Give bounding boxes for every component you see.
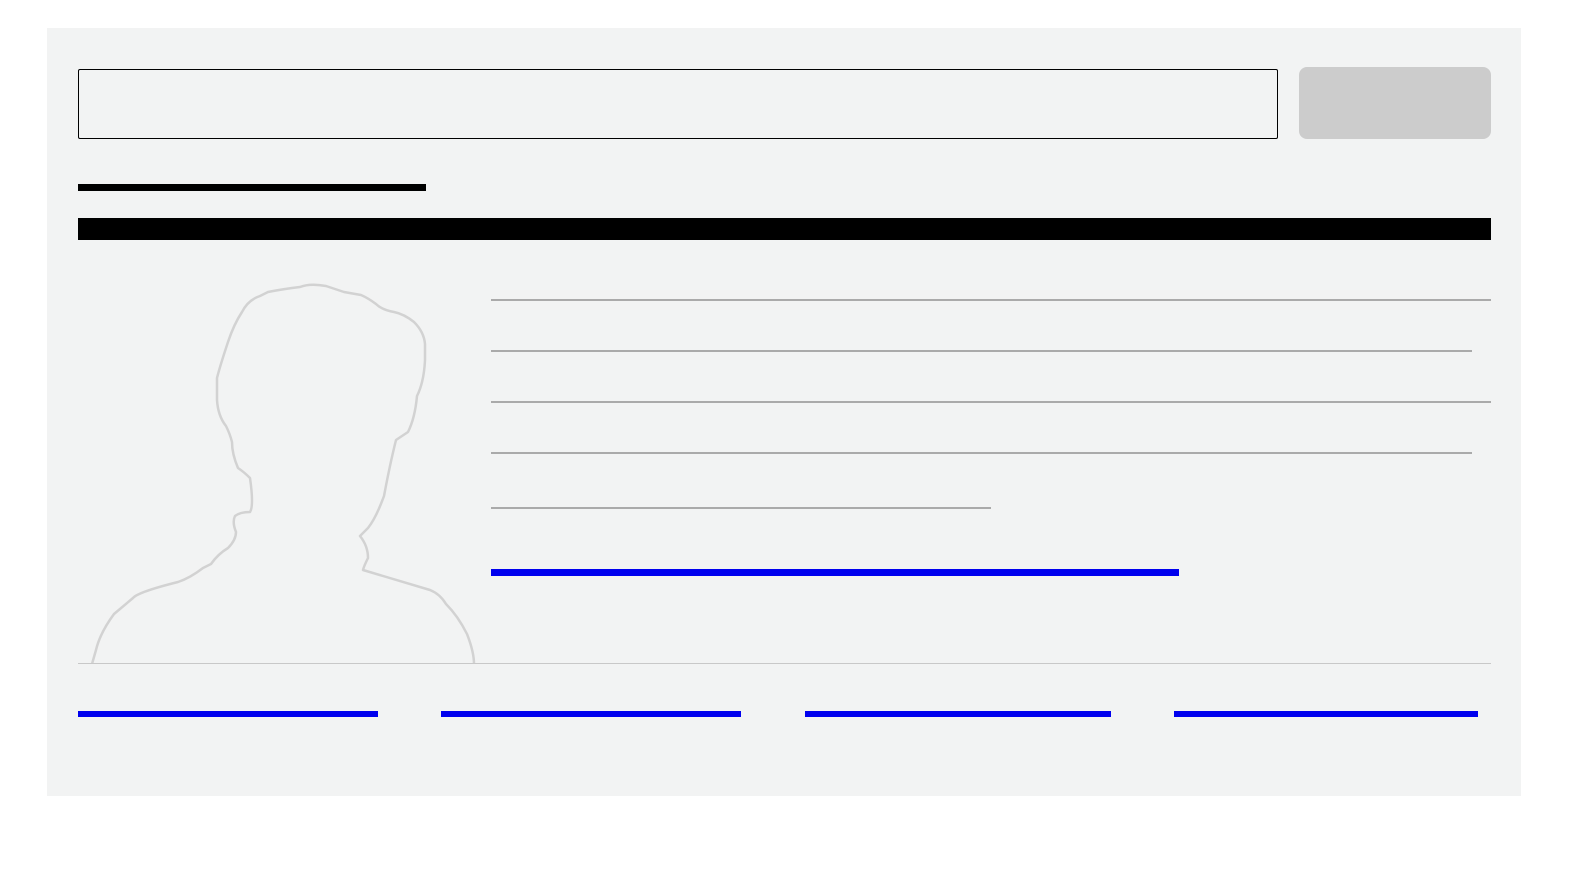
footer-link-1[interactable] bbox=[78, 711, 378, 717]
footer-link-3[interactable] bbox=[805, 711, 1111, 717]
profile-card bbox=[47, 28, 1521, 796]
profile-link[interactable] bbox=[491, 569, 1179, 576]
footer-link-2[interactable] bbox=[441, 711, 741, 717]
bio-text-line bbox=[491, 299, 1491, 301]
section-heading-placeholder bbox=[78, 218, 1491, 240]
search-input[interactable] bbox=[78, 69, 1278, 139]
submit-button[interactable] bbox=[1299, 67, 1491, 139]
page-title-placeholder bbox=[78, 184, 426, 191]
footer-link-4[interactable] bbox=[1174, 711, 1478, 717]
section-divider bbox=[78, 663, 1491, 664]
bio-text-line bbox=[491, 401, 1491, 403]
bio-text-line bbox=[491, 452, 1472, 454]
person-silhouette-icon bbox=[90, 283, 476, 664]
bio-text-line bbox=[491, 350, 1472, 352]
bio-text-line bbox=[491, 507, 991, 509]
